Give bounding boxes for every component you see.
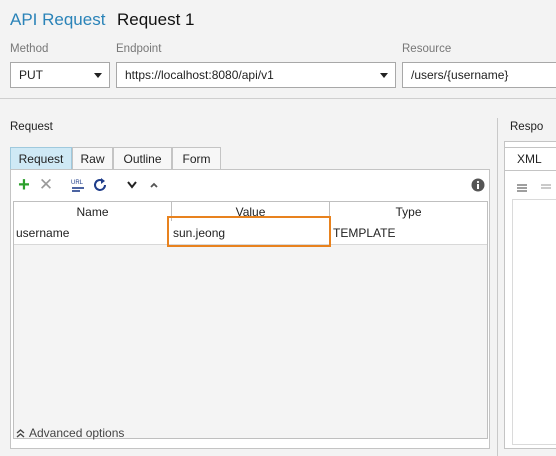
divider — [0, 98, 556, 99]
tab-outline[interactable]: Outline — [113, 147, 172, 169]
endpoint-select[interactable]: https://localhost:8080/api/v1 — [116, 62, 396, 88]
tab-label: Raw — [80, 151, 105, 166]
cell-type[interactable]: TEMPLATE — [333, 221, 483, 245]
chevron-down-icon — [380, 73, 388, 78]
endpoint-value: https://localhost:8080/api/v1 — [125, 68, 274, 82]
tab-label: Outline — [123, 151, 162, 166]
method-select[interactable]: PUT — [10, 62, 110, 88]
text-lines-icon[interactable] — [540, 181, 552, 199]
tab-label: Form — [182, 151, 211, 166]
response-section-label: Respo — [510, 121, 544, 133]
url-encode-icon[interactable]: URL — [70, 177, 86, 193]
request-title: Request 1 — [117, 10, 195, 29]
request-section-label: Request — [10, 121, 53, 133]
move-up-icon[interactable] — [146, 177, 162, 193]
tab-request[interactable]: Request — [10, 147, 72, 169]
value-highlight-box — [167, 216, 331, 247]
response-content — [512, 199, 556, 445]
tab-label: Request — [18, 151, 64, 166]
double-chevron-up-icon — [16, 429, 25, 438]
column-label: Name — [76, 204, 109, 219]
info-icon[interactable] — [470, 177, 486, 193]
tab-raw[interactable]: Raw — [72, 147, 113, 169]
method-value: PUT — [19, 68, 43, 82]
tab-form[interactable]: Form — [172, 147, 221, 169]
splitter[interactable] — [497, 118, 498, 456]
column-label: Type — [395, 204, 422, 219]
advanced-options-label: Advanced options — [29, 426, 125, 440]
add-icon[interactable]: + — [16, 174, 32, 196]
resource-input[interactable]: /users/{username} — [402, 62, 556, 88]
svg-text:URL: URL — [71, 180, 84, 186]
column-header-type: Type — [330, 202, 487, 221]
remove-icon[interactable]: ✕ — [38, 175, 54, 194]
chevron-down-icon — [94, 73, 102, 78]
column-header-name: Name — [14, 202, 172, 221]
refresh-icon[interactable] — [92, 177, 108, 193]
endpoint-label: Endpoint — [116, 43, 162, 55]
resource-value: /users/{username} — [411, 68, 509, 82]
resource-label: Resource — [402, 43, 452, 55]
text-lines-icon[interactable] — [516, 181, 528, 199]
app-title: API Request — [10, 10, 106, 29]
advanced-options-toggle[interactable]: Advanced options — [16, 426, 124, 440]
cell-name[interactable]: username — [16, 221, 166, 245]
move-down-icon[interactable] — [124, 177, 140, 193]
method-label: Method — [10, 43, 49, 55]
tab-label: XML — [517, 152, 542, 166]
tab-xml[interactable]: XML — [504, 147, 556, 171]
